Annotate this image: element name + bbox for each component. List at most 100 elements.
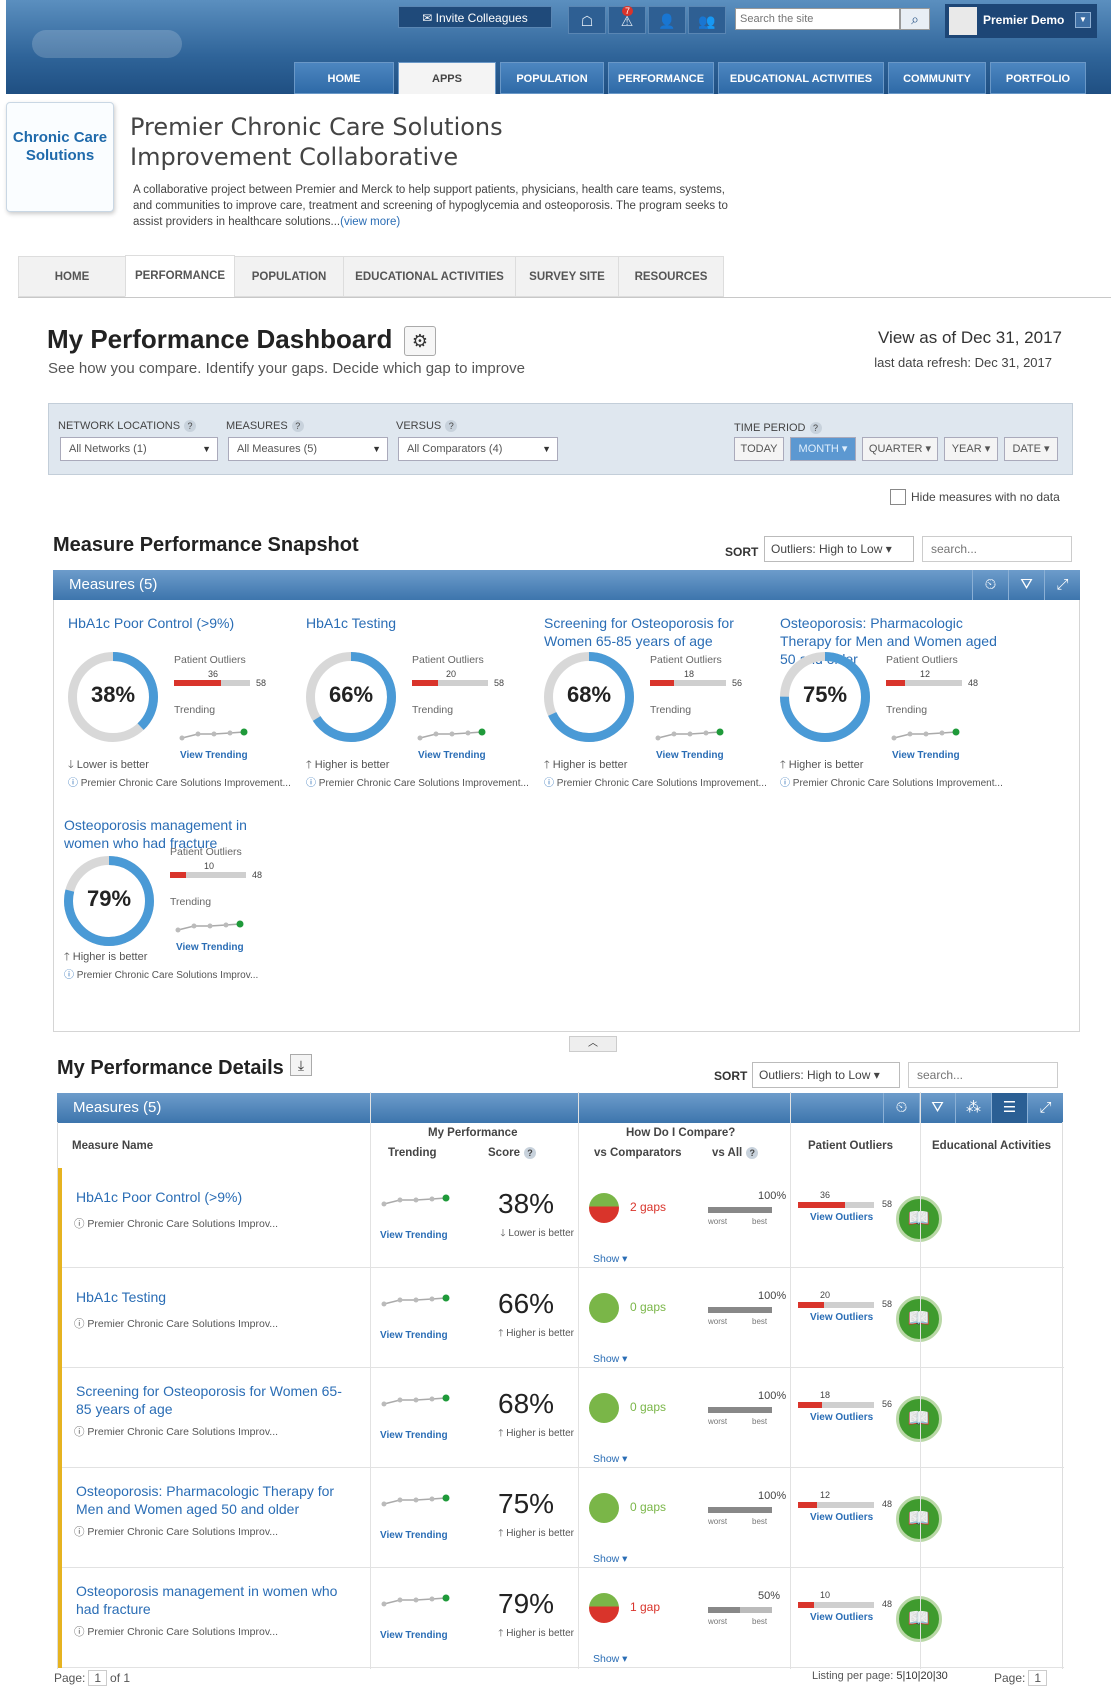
- main-nav-home[interactable]: HOME: [294, 62, 394, 94]
- vs-all-bar: [708, 1607, 772, 1613]
- page-number-input[interactable]: 1: [88, 1670, 108, 1686]
- help-icon[interactable]: ?: [291, 420, 304, 432]
- show-toggle[interactable]: Show ▾: [593, 1453, 627, 1465]
- show-toggle[interactable]: Show ▾: [593, 1353, 627, 1365]
- time-date-button[interactable]: DATE ▾: [1004, 437, 1058, 461]
- view-outliers-link[interactable]: View Outliers: [810, 1212, 873, 1223]
- main-nav-performance[interactable]: PERFORMANCE: [608, 62, 714, 94]
- invite-colleagues-button[interactable]: ✉ Invite Colleagues: [398, 6, 552, 28]
- trend-point: [413, 1497, 419, 1503]
- main-nav-population[interactable]: POPULATION: [500, 62, 604, 94]
- view-trending-link[interactable]: View Trending: [380, 1330, 448, 1341]
- book-icon[interactable]: 📖: [896, 1196, 942, 1242]
- tab-survey-site[interactable]: SURVEY SITE: [515, 256, 619, 297]
- user-menu[interactable]: Premier Demo ▼: [945, 4, 1097, 38]
- measures-select[interactable]: All Measures (5) ▼: [228, 437, 388, 461]
- clock-icon[interactable]: ⏲: [883, 1093, 919, 1123]
- measure-name-link[interactable]: HbA1c Testing: [76, 1288, 356, 1306]
- divider: [790, 1092, 791, 1669]
- tab-population[interactable]: POPULATION: [234, 256, 344, 297]
- site-search-input[interactable]: [735, 8, 900, 30]
- view-trending-link[interactable]: View Trending: [380, 1430, 448, 1441]
- time-quarter-button[interactable]: QUARTER ▾: [862, 437, 938, 461]
- versus-select[interactable]: All Comparators (4) ▼: [398, 437, 558, 461]
- chevron-down-icon: ▾: [619, 1653, 628, 1665]
- view-trending-link[interactable]: View Trending: [656, 750, 724, 761]
- source-text: Premier Chronic Care Solutions Improv...: [87, 1626, 279, 1638]
- outlier-total: 58: [882, 1199, 893, 1209]
- time-today-button[interactable]: TODAY: [734, 437, 784, 461]
- page-number-input[interactable]: 1: [1028, 1670, 1048, 1686]
- clock-icon[interactable]: ⏲: [972, 570, 1008, 600]
- book-icon[interactable]: 📖: [896, 1596, 942, 1642]
- snapshot-sort-select[interactable]: Outliers: High to Low ▾: [764, 536, 914, 562]
- show-toggle[interactable]: Show ▾: [593, 1253, 627, 1265]
- expand-icon[interactable]: ⤢: [1044, 570, 1080, 600]
- book-icon[interactable]: 📖: [896, 1396, 942, 1442]
- tab-home[interactable]: HOME: [18, 256, 126, 297]
- measure-card-title[interactable]: Screening for Osteoporosis for Women 65-…: [544, 614, 772, 650]
- col-score: Score?: [488, 1147, 536, 1159]
- filter-icon[interactable]: ⛛: [919, 1093, 955, 1123]
- tab-performance[interactable]: PERFORMANCE: [125, 255, 235, 297]
- chevron-down-icon[interactable]: ▼: [1075, 12, 1091, 28]
- view-trending-link[interactable]: View Trending: [380, 1530, 448, 1541]
- hide-measures-checkbox[interactable]: [890, 489, 906, 505]
- list-view-icon[interactable]: ☰: [991, 1093, 1027, 1123]
- main-nav-educational-activities[interactable]: EDUCATIONAL ACTIVITIES: [718, 62, 884, 94]
- details-sort-select[interactable]: Outliers: High to Low ▾: [752, 1062, 900, 1088]
- view-trending-link[interactable]: View Trending: [418, 750, 486, 761]
- view-trending-link[interactable]: View Trending: [380, 1630, 448, 1641]
- show-text: Show: [593, 1553, 620, 1565]
- direction-hint: 🡑 Higher is better: [478, 1326, 574, 1343]
- main-nav-community[interactable]: COMMUNITY: [888, 62, 986, 94]
- listing-options[interactable]: 5|10|20|30: [896, 1670, 947, 1682]
- measure-name-link[interactable]: Screening for Osteoporosis for Women 65-…: [76, 1382, 356, 1418]
- details-search-input[interactable]: [908, 1062, 1058, 1088]
- group-icon[interactable]: ⁂: [955, 1093, 991, 1123]
- help-icon[interactable]: ?: [445, 420, 458, 432]
- view-more-link[interactable]: (view more): [340, 216, 400, 228]
- help-icon[interactable]: ?: [746, 1147, 759, 1159]
- snapshot-search-input[interactable]: [922, 536, 1072, 562]
- view-trending-link[interactable]: View Trending: [380, 1230, 448, 1241]
- view-trending-link[interactable]: View Trending: [176, 942, 244, 953]
- trend-sparkline: [381, 1394, 450, 1407]
- measure-card-title[interactable]: HbA1c Testing: [306, 614, 534, 632]
- view-outliers-link[interactable]: View Outliers: [810, 1512, 873, 1523]
- tab-educational-activities[interactable]: EDUCATIONAL ACTIVITIES: [343, 256, 516, 297]
- collapse-button[interactable]: ︿: [569, 1036, 617, 1052]
- book-icon[interactable]: 📖: [896, 1496, 942, 1542]
- measure-name-link[interactable]: HbA1c Poor Control (>9%): [76, 1188, 356, 1206]
- tab-resources[interactable]: RESOURCES: [618, 256, 724, 297]
- profile-icon[interactable]: 👤: [648, 6, 686, 34]
- search-icon[interactable]: ⌕: [900, 8, 930, 30]
- time-month-button[interactable]: MONTH ▾: [790, 437, 856, 461]
- main-nav-apps[interactable]: APPS: [398, 62, 496, 94]
- gear-icon[interactable]: ⚙: [404, 326, 436, 356]
- users-icon[interactable]: 👥: [688, 6, 726, 34]
- view-outliers-link[interactable]: View Outliers: [810, 1612, 873, 1623]
- view-outliers-link[interactable]: View Outliers: [810, 1412, 873, 1423]
- help-icon[interactable]: ?: [809, 422, 822, 434]
- network-select[interactable]: All Networks (1) ▼: [60, 437, 218, 461]
- notification-icon[interactable]: ☖: [568, 6, 606, 34]
- download-icon[interactable]: ⤓: [290, 1054, 312, 1076]
- view-trending-link[interactable]: View Trending: [180, 750, 248, 761]
- book-icon[interactable]: 📖: [896, 1296, 942, 1342]
- show-toggle[interactable]: Show ▾: [593, 1653, 627, 1665]
- measure-card-title[interactable]: HbA1c Poor Control (>9%): [68, 614, 296, 632]
- help-icon[interactable]: ?: [523, 1147, 536, 1159]
- arrow-up-icon: 🡑: [544, 759, 553, 771]
- arrow-up-icon: 🡑: [498, 1428, 507, 1439]
- show-toggle[interactable]: Show ▾: [593, 1553, 627, 1565]
- expand-icon[interactable]: ⤢: [1027, 1093, 1063, 1123]
- filter-icon[interactable]: ⛛: [1008, 570, 1044, 600]
- measure-name-link[interactable]: Osteoporosis: Pharmacologic Therapy for …: [76, 1482, 356, 1518]
- time-year-button[interactable]: YEAR ▾: [944, 437, 998, 461]
- measure-name-link[interactable]: Osteoporosis management in women who had…: [76, 1582, 356, 1618]
- view-trending-link[interactable]: View Trending: [892, 750, 960, 761]
- view-outliers-link[interactable]: View Outliers: [810, 1312, 873, 1323]
- main-nav-portfolio[interactable]: PORTFOLIO: [990, 62, 1086, 94]
- help-icon[interactable]: ?: [184, 420, 197, 432]
